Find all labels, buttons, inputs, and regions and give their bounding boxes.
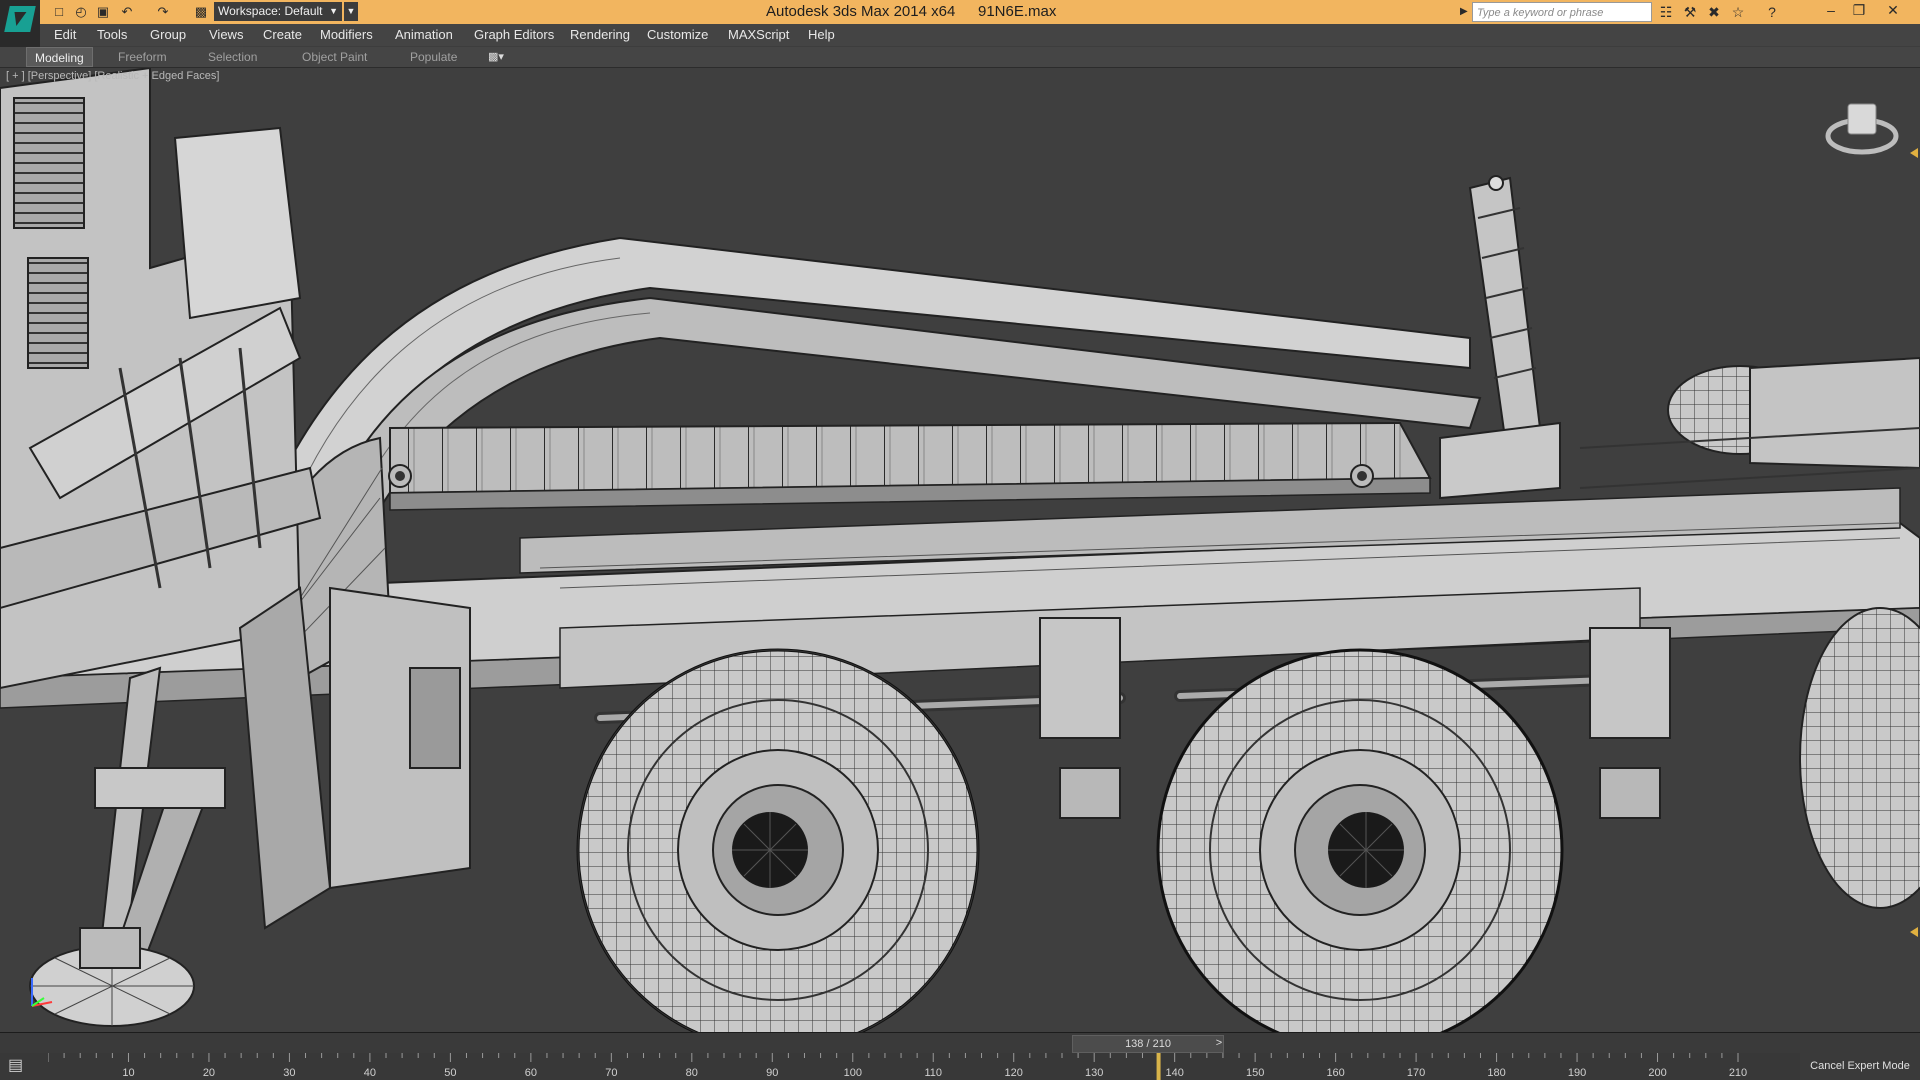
favorites-star-icon[interactable]: ☆: [1728, 3, 1748, 21]
subscription-icon[interactable]: ⚒: [1680, 3, 1700, 21]
search-expand-icon[interactable]: ▶: [1460, 2, 1470, 22]
file-name: 91N6E.max: [978, 3, 1057, 20]
workspace-dropdown[interactable]: Workspace: Default ▼: [214, 2, 342, 21]
ruler-label: 190: [1568, 1067, 1586, 1079]
viewport-label-menu[interactable]: [ + ] [Perspective] [Realistic + Edged F…: [6, 70, 219, 82]
menu-graph-editors[interactable]: Graph Editors: [474, 27, 554, 42]
ruler-label: 150: [1246, 1067, 1264, 1079]
time-slider: < 138 / 210 >: [0, 1033, 1920, 1053]
quick-access-customize-button[interactable]: ▼: [344, 2, 358, 21]
search-input[interactable]: Type a keyword or phrase: [1472, 2, 1652, 22]
menu-animation[interactable]: Animation: [395, 27, 453, 42]
next-frame-icon[interactable]: >: [1212, 1035, 1226, 1051]
menu-tools[interactable]: Tools: [97, 27, 127, 42]
communication-icon[interactable]: ✖: [1704, 3, 1724, 21]
track-bar[interactable]: ▤ 10 20 30 40 50 60 70 80 90 100 110 120 130 140 150 16…: [0, 1053, 1920, 1080]
ruler-label: 180: [1487, 1067, 1505, 1079]
menu-modifiers[interactable]: Modifiers: [320, 27, 373, 42]
tab-modeling[interactable]: Modeling: [26, 47, 93, 67]
expert-mode-label: Cancel Expert Mode: [1810, 1060, 1910, 1072]
ruler-label: 60: [525, 1067, 537, 1079]
viewport-scene: [0, 68, 1920, 1032]
viewport-border-marker: [1910, 927, 1918, 937]
ruler-label: 140: [1165, 1067, 1183, 1079]
ruler-label: 70: [605, 1067, 617, 1079]
restore-button[interactable]: ❐: [1846, 0, 1872, 22]
ruler-label: 20: [203, 1067, 215, 1079]
menu-maxscript[interactable]: MAXScript: [728, 27, 789, 42]
menu-bar: Edit Tools Group Views Create Modifiers …: [40, 24, 1920, 46]
ruler-label: 10: [122, 1067, 134, 1079]
frame-readout: 138 / 210: [1125, 1038, 1171, 1050]
open-file-icon[interactable]: ◴: [72, 3, 90, 21]
undo-icon[interactable]: ↶: [118, 3, 136, 21]
ruler-label: 130: [1085, 1067, 1103, 1079]
infocenter-icon[interactable]: ☷: [1656, 3, 1676, 21]
current-frame-marker[interactable]: [1156, 1053, 1161, 1080]
mini-curve-editor-icon[interactable]: ▤: [8, 1057, 32, 1075]
timeline-ruler[interactable]: 10 20 30 40 50 60 70 80 90 100 110 120 130 140 150 160 1…: [48, 1053, 1748, 1080]
viewcube-icon[interactable]: [1825, 103, 1899, 155]
title-bar: □ ◴ ▣ ↶ ↷ ▩ Workspace: Default ▼ ▼ Autod…: [0, 0, 1920, 48]
ruler-label: 90: [766, 1067, 778, 1079]
project-folder-icon[interactable]: ▩: [192, 3, 210, 21]
close-button[interactable]: ✕: [1880, 0, 1906, 22]
menu-rendering[interactable]: Rendering: [570, 27, 630, 42]
ruler-label: 80: [686, 1067, 698, 1079]
ribbon-tab-bar: Modeling Freeform Selection Object Paint…: [0, 47, 1920, 68]
tab-selection[interactable]: Selection: [200, 47, 265, 67]
redo-icon[interactable]: ↷: [154, 3, 172, 21]
app-title: Autodesk 3ds Max 2014 x64: [766, 3, 956, 20]
tab-object-paint[interactable]: Object Paint: [294, 47, 375, 67]
ruler-label: 100: [844, 1067, 862, 1079]
workspace-label: Workspace: Default: [218, 4, 323, 18]
menu-edit[interactable]: Edit: [54, 27, 76, 42]
ruler-label: 50: [444, 1067, 456, 1079]
3ds-max-logo-icon[interactable]: [0, 0, 40, 48]
outrigger-leg: [29, 666, 226, 1027]
menu-customize[interactable]: Customize: [647, 27, 708, 42]
wheel-front: [576, 648, 980, 1032]
ruler-label: 160: [1326, 1067, 1344, 1079]
minimize-button[interactable]: –: [1818, 0, 1844, 22]
menu-create[interactable]: Create: [263, 27, 302, 42]
ruler-label: 200: [1648, 1067, 1666, 1079]
ruler-label: 170: [1407, 1067, 1425, 1079]
menu-help[interactable]: Help: [808, 27, 835, 42]
time-slider-thumb[interactable]: 138 / 210: [1072, 1035, 1224, 1053]
ruler-label: 120: [1005, 1067, 1023, 1079]
wheel-rear: [1156, 648, 1564, 1032]
new-file-icon[interactable]: □: [50, 3, 68, 21]
ruler-label: 40: [364, 1067, 376, 1079]
ribbon-minimize-icon[interactable]: ▩▾: [488, 47, 504, 67]
search-placeholder: Type a keyword or phrase: [1477, 7, 1604, 19]
ruler-label: 110: [924, 1067, 942, 1079]
ruler-label: 30: [283, 1067, 295, 1079]
tab-populate[interactable]: Populate: [402, 47, 465, 67]
perspective-viewport[interactable]: [ + ] [Perspective] [Realistic + Edged F…: [0, 68, 1920, 1033]
help-icon[interactable]: ?: [1762, 3, 1782, 21]
viewport-border-marker: [1910, 148, 1918, 158]
tab-freeform[interactable]: Freeform: [110, 47, 175, 67]
cancel-expert-mode-button[interactable]: Cancel Expert Mode: [1800, 1053, 1920, 1080]
save-icon[interactable]: ▣: [94, 3, 112, 21]
menu-group[interactable]: Group: [150, 27, 186, 42]
ruler-label: 210: [1729, 1067, 1747, 1079]
menu-views[interactable]: Views: [209, 27, 243, 42]
chevron-down-icon: ▼: [329, 6, 338, 16]
